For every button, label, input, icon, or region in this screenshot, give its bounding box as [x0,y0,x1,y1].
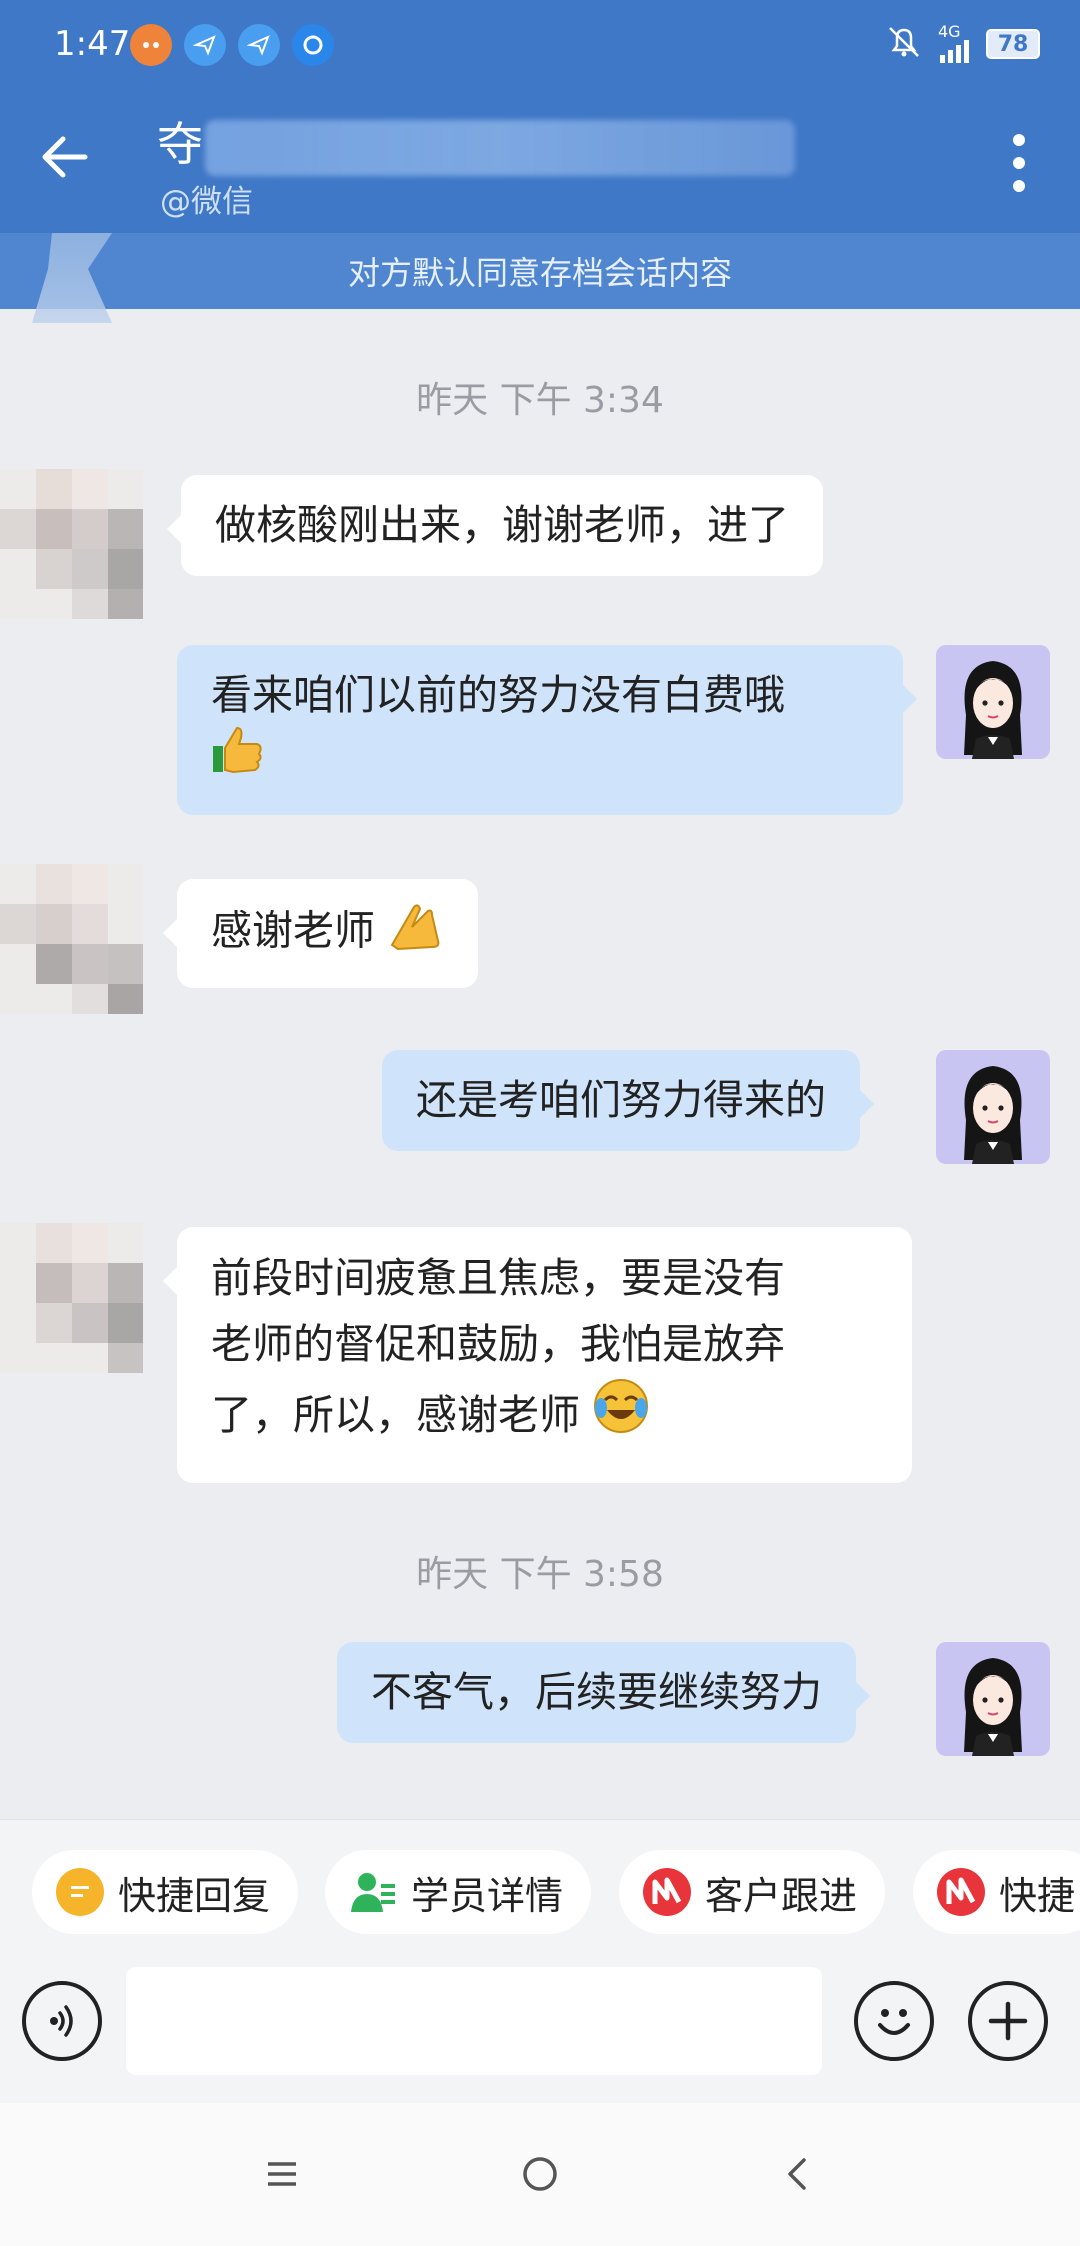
status-time: 1:47 [54,24,131,64]
crying-laughing-face-icon [593,1378,649,1458]
contact-avatar-pixelated[interactable] [0,1223,143,1373]
more-options-button[interactable] [994,128,1044,198]
input-bar [0,1961,1080,2103]
incoming-message[interactable]: 做核酸刚出来，谢谢老师，进了 [167,475,823,577]
girl-avatar-icon [964,1066,1022,1164]
more-dot [1013,133,1025,146]
outgoing-message[interactable]: 还是考咱们努力得来的 [382,1050,874,1152]
chip-label: 客户跟进 [705,1873,858,1918]
message-input[interactable] [126,1967,822,2075]
home-button[interactable] [505,2139,575,2209]
mute-bell-icon [884,24,924,64]
smiley-icon [878,2009,910,2035]
time-divider: 昨天 下午 3:34 [416,380,664,421]
contact-source: @微信 [160,184,253,220]
send-notification-icon [184,24,226,66]
menu-icon [268,2162,296,2186]
signal-group: 4G [938,22,972,63]
redacted-name-blur [205,120,795,176]
incoming-message[interactable]: 感谢老师 [162,879,479,989]
chip-label: 学员详情 [411,1873,564,1918]
message-text-line: 了，所以，感谢老师 [211,1391,580,1439]
back-arrow-icon [42,136,88,178]
client-follow-up-chip[interactable]: 客户跟进 [619,1850,886,1934]
emoji-button[interactable] [854,1981,934,2061]
recent-apps-button[interactable] [247,2139,317,2209]
praying-hands-icon [388,901,444,966]
top-bar: 1:47 4G 78 夺 @微信 [0,0,1080,233]
signal-icon [940,40,969,63]
back-nav-button[interactable] [763,2139,833,2209]
time-divider: 昨天 下午 3:58 [416,1554,664,1595]
voice-icon [50,2005,73,2037]
message-text: 还是考咱们努力得来的 [416,1076,826,1124]
incoming-message[interactable]: 前段时间疲惫且焦虑，要是没有 老师的督促和鼓励，我怕是放弃 了，所以，感谢老师 [163,1227,912,1483]
status-right: 4G 78 [884,24,1040,64]
archive-notice-text: 对方默认同意存档会话内容 [347,254,732,292]
student-icon [349,1868,397,1916]
voice-input-button[interactable] [22,1981,102,2061]
girl-avatar-icon [964,1658,1022,1756]
status-bar: 1:47 4G 78 [0,0,1080,92]
quick-chip[interactable]: 快捷 [913,1850,1080,1934]
contact-name: 夺 [157,117,203,171]
contact-avatar-pixelated[interactable] [0,864,143,1014]
girl-avatar-icon [964,661,1022,759]
quick-icon [937,1868,985,1916]
chat-area[interactable]: 昨天 下午 3:34 做核酸刚出来，谢谢老师，进了 看来咱们以前的努力没有白费哦 [0,309,1080,1819]
more-dot [1013,156,1025,169]
chip-label: 快捷 [999,1873,1076,1918]
message-text: 看来咱们以前的努力没有白费哦 [211,671,785,719]
circle-notification-icon [292,24,334,66]
my-avatar[interactable] [936,1050,1050,1164]
outgoing-message[interactable]: 不客气，后续要继续努力 [337,1642,870,1744]
chat-header: 夺 @微信 [0,92,1080,233]
message-text: 做核酸刚出来，谢谢老师，进了 [215,501,789,549]
quick-reply-icon [56,1868,104,1916]
plus-icon [988,2001,1028,2041]
chip-label: 快捷回复 [118,1873,271,1918]
system-nav-bar [0,2103,1080,2246]
message-text: 不客气，后续要继续努力 [371,1668,822,1716]
quick-reply-chip[interactable]: 快捷回复 [32,1850,299,1934]
back-button[interactable] [30,122,100,192]
student-details-chip[interactable]: 学员详情 [325,1850,592,1934]
archive-notice: 对方默认同意存档会话内容 [0,233,1080,323]
contact-avatar-pixelated[interactable] [0,469,143,619]
battery-indicator: 78 [986,29,1040,59]
thumbs-up-icon [211,724,265,793]
more-dot [1013,180,1025,193]
more-actions-button[interactable] [968,1981,1048,2061]
message-text-last-line: 了，所以，感谢老师 [211,1377,878,1458]
home-circle-icon [523,2157,557,2191]
my-avatar[interactable] [936,645,1050,759]
chat-notification-icon [130,24,172,66]
network-type: 4G [938,22,961,41]
back-chevron-icon [788,2158,806,2190]
send-notification-icon-2 [238,24,280,66]
message-text-line: 前段时间疲惫且焦虑，要是没有 [211,1254,785,1302]
message-text-line: 老师的督促和鼓励，我怕是放弃 [211,1320,785,1368]
outgoing-message[interactable]: 看来咱们以前的努力没有白费哦 [177,645,917,815]
quick-actions-bar[interactable]: 快捷回复 学员详情 客户跟进 快捷 [0,1819,1080,1961]
my-avatar[interactable] [936,1642,1050,1756]
follow-up-icon [643,1868,691,1916]
message-text: 感谢老师 [211,906,375,955]
